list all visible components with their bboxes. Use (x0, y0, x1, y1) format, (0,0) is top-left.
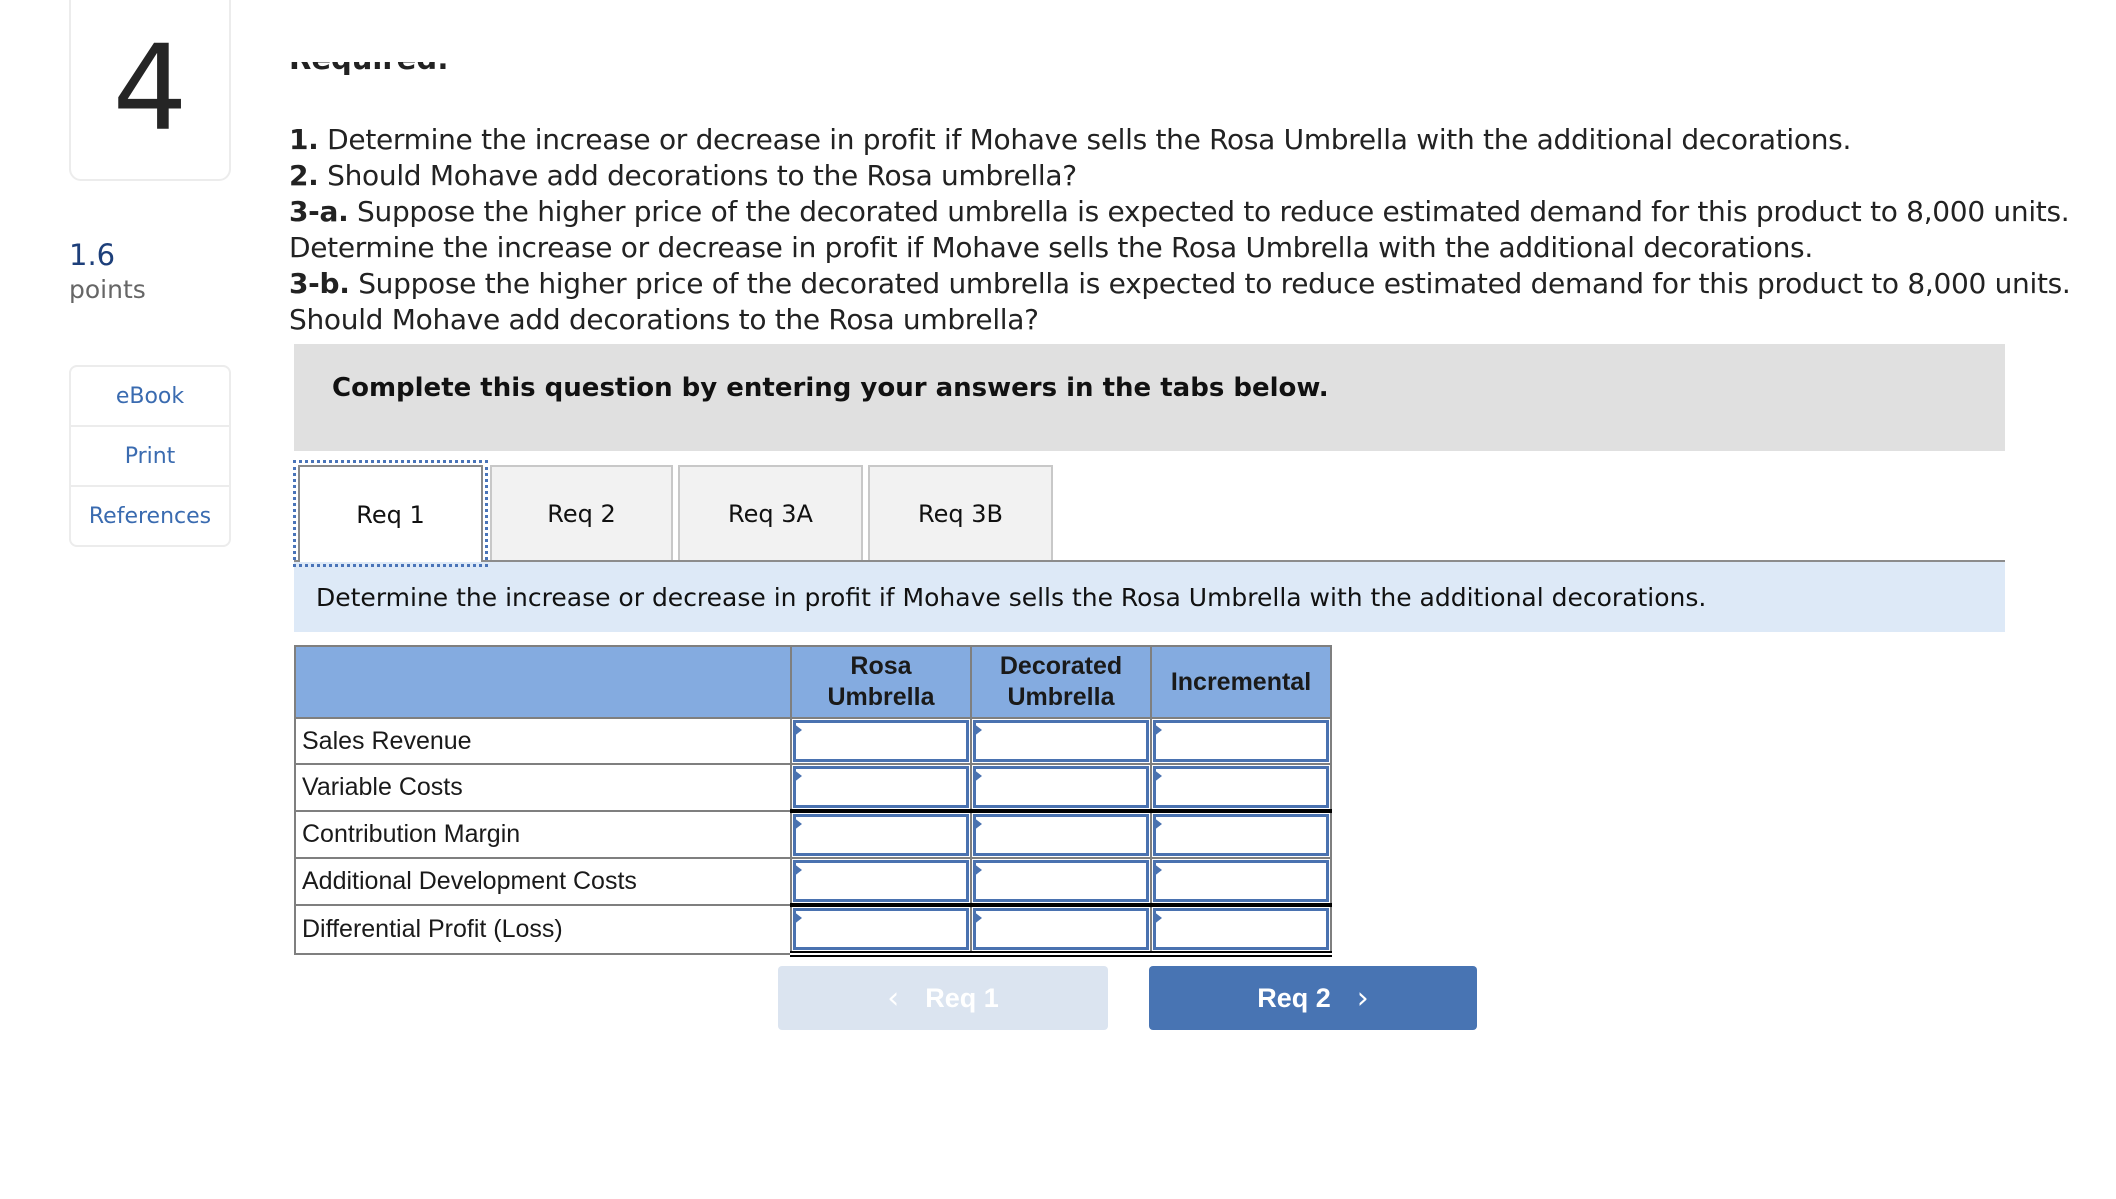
required-item-number: 3-b. (289, 267, 350, 300)
variable-costs-rosa-input[interactable] (793, 766, 969, 808)
variable-costs-incremental-input[interactable] (1153, 766, 1329, 808)
required-item-3a: 3-a. Suppose the higher price of the dec… (289, 194, 2109, 230)
sales-revenue-rosa-input[interactable] (793, 720, 969, 762)
table-header-row: Rosa Umbrella Decorated Umbrella Increment… (294, 645, 1332, 719)
tab-req-2[interactable]: Req 2 (490, 465, 673, 560)
row-label-differential-profit: Differential Profit (Loss) (294, 904, 792, 955)
required-item-text: Suppose the higher price of the decorate… (348, 195, 2070, 228)
chevron-right-icon: › (1356, 980, 1369, 1016)
required-item-text: Determine the increase or decrease in pr… (318, 123, 1852, 156)
sales-revenue-incremental-input[interactable] (1153, 720, 1329, 762)
column-header-rosa-umbrella: Rosa Umbrella (790, 645, 972, 719)
required-item-3b: 3-b. Suppose the higher price of the dec… (289, 266, 2109, 302)
chevron-left-icon: ‹ (887, 980, 900, 1016)
table-row: Contribution Margin (294, 810, 1332, 859)
required-item-text: Determine the increase or decrease in pr… (289, 231, 1813, 264)
tab-req-3a[interactable]: Req 3A (678, 465, 863, 560)
requirement-tabs: Req 1 Req 2 Req 3A Req 3B (293, 460, 2005, 567)
required-list: 1. Determine the increase or decrease in… (289, 122, 2109, 338)
sales-revenue-decorated-input[interactable] (973, 720, 1149, 762)
points-value: 1.6 (69, 238, 116, 272)
tab-req-3b[interactable]: Req 3B (868, 465, 1053, 560)
table-row: Differential Profit (Loss) (294, 904, 1332, 957)
differential-profit-decorated-input[interactable] (973, 908, 1149, 950)
table-row: Additional Development Costs (294, 857, 1332, 907)
table-row: Variable Costs (294, 763, 1332, 813)
development-costs-incremental-input[interactable] (1153, 860, 1329, 902)
row-label-sales-revenue: Sales Revenue (294, 717, 792, 765)
next-req-button[interactable]: Req 2 › (1149, 966, 1477, 1030)
ebook-link[interactable]: eBook (71, 367, 229, 427)
required-item-1: 1. Determine the increase or decrease in… (289, 122, 2109, 158)
print-link[interactable]: Print (71, 427, 229, 487)
contribution-margin-decorated-input[interactable] (973, 814, 1149, 856)
instructions-banner: Complete this question by entering your … (294, 344, 2005, 451)
required-item-number: 1. (289, 123, 319, 156)
previous-req-button[interactable]: ‹ Req 1 (778, 966, 1108, 1030)
table-row: Sales Revenue (294, 717, 1332, 765)
development-costs-rosa-input[interactable] (793, 860, 969, 902)
column-header-decorated-umbrella: Decorated Umbrella (970, 645, 1152, 719)
points-label: points (69, 275, 146, 304)
tab-req-1[interactable]: Req 1 (293, 460, 488, 567)
variable-costs-decorated-input[interactable] (973, 766, 1149, 808)
resource-links: eBook Print References (69, 365, 231, 547)
required-heading-container: Required: (289, 62, 2089, 102)
development-costs-decorated-input[interactable] (973, 860, 1149, 902)
contribution-margin-incremental-input[interactable] (1153, 814, 1329, 856)
references-link[interactable]: References (71, 487, 229, 545)
column-header-label (294, 645, 792, 719)
required-item-text: Suppose the higher price of the decorate… (349, 267, 2071, 300)
differential-profit-incremental-input[interactable] (1153, 908, 1329, 950)
column-header-incremental: Incremental (1150, 645, 1332, 719)
profit-analysis-table: Rosa Umbrella Decorated Umbrella Increment… (294, 645, 1332, 957)
differential-profit-rosa-input[interactable] (793, 908, 969, 950)
row-label-contribution-margin: Contribution Margin (294, 810, 792, 859)
required-heading: Required: (289, 62, 449, 76)
question-number: 4 (112, 18, 188, 157)
required-item-2: 2. Should Mohave add decorations to the … (289, 158, 2109, 194)
next-req-label: Req 2 (1257, 982, 1331, 1013)
requirement-instruction: Determine the increase or decrease in pr… (294, 562, 2005, 632)
required-item-number: 2. (289, 159, 319, 192)
required-item-number: 3-a. (289, 195, 349, 228)
previous-req-label: Req 1 (925, 982, 999, 1013)
row-label-variable-costs: Variable Costs (294, 763, 792, 812)
row-label-additional-development-costs: Additional Development Costs (294, 857, 792, 906)
required-item-3a-cont: Determine the increase or decrease in pr… (289, 230, 2109, 266)
required-item-3b-cont: Should Mohave add decorations to the Ros… (289, 302, 2109, 338)
question-number-card: 4 (69, 0, 231, 181)
required-item-text: Should Mohave add decorations to the Ros… (289, 303, 1039, 336)
contribution-margin-rosa-input[interactable] (793, 814, 969, 856)
required-item-text: Should Mohave add decorations to the Ros… (318, 159, 1077, 192)
